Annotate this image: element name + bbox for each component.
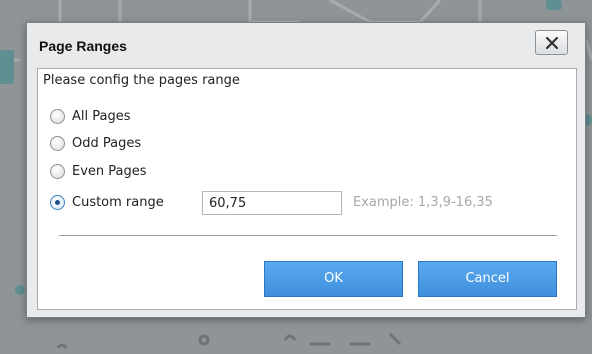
radio-checked-icon[interactable] [50,195,65,210]
option-label: All Pages [72,109,131,124]
option-label: Even Pages [72,164,147,179]
page-ranges-dialog: Page Ranges Please config the pages rang… [26,22,586,318]
cancel-button[interactable]: Cancel [418,261,557,297]
dialog-title: Page Ranges [39,38,127,54]
custom-range-input[interactable] [202,191,342,215]
radio-dot [55,200,60,205]
close-button[interactable] [535,30,568,55]
instruction-text: Please config the pages range [43,73,240,88]
option-label: Odd Pages [72,136,142,151]
close-x-icon [546,37,558,49]
separator-line [59,235,557,236]
option-label: Custom range [72,195,164,210]
dialog-titlebar[interactable]: Page Ranges [27,23,585,67]
radio-unchecked-icon[interactable] [50,164,65,179]
example-hint: Example: 1,3,9-16,35 [353,195,493,210]
radio-unchecked-icon[interactable] [50,136,65,151]
ok-button[interactable]: OK [264,261,403,297]
radio-unchecked-icon[interactable] [50,109,65,124]
